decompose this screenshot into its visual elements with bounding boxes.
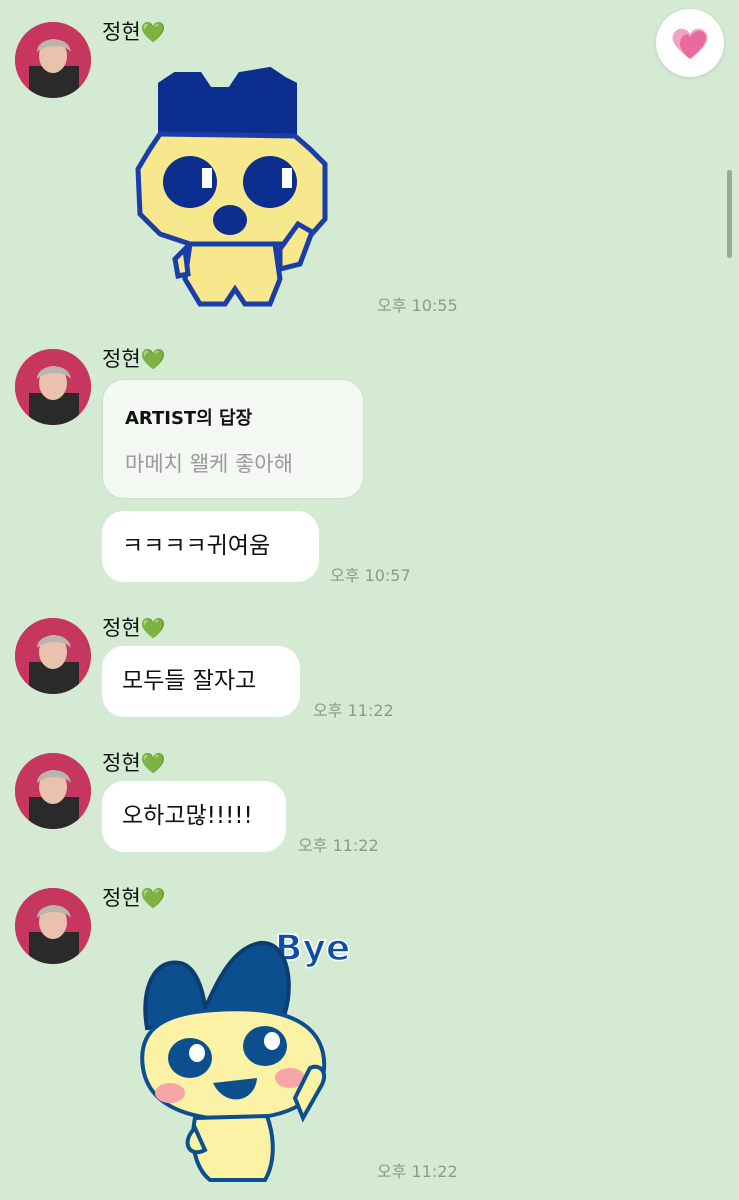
message-time: 오후 11:22 (377, 1162, 458, 1181)
sender-name: 정현💚 (102, 343, 166, 373)
sender-name-text: 정현 (102, 347, 141, 371)
message-time: 오후 10:57 (330, 566, 411, 585)
message-bubble[interactable]: 오하고많!!!!! (102, 781, 286, 852)
mametchi-bye-image: Bye (140, 927, 351, 1182)
avatar[interactable] (15, 618, 91, 694)
avatar[interactable] (15, 888, 91, 964)
message-text: 오하고많!!!!! (122, 802, 253, 829)
reply-title: ARTIST의 답장 (125, 408, 253, 429)
favorite-button[interactable] (656, 9, 724, 77)
sender-name-text: 정현 (102, 751, 141, 775)
message-text: ㅋㅋㅋㅋ귀여움 (122, 532, 271, 559)
sender-name: 정현💚 (102, 612, 166, 642)
sticker-mametchi-bye[interactable]: Bye (135, 918, 365, 1192)
scrollbar[interactable] (727, 170, 732, 258)
reply-quoted-text: 마메치 왤케 좋아해 (125, 452, 293, 476)
message-bubble[interactable]: ㅋㅋㅋㅋ귀여움 (102, 511, 319, 582)
mametchi-pixel-image (135, 66, 328, 307)
sender-name: 정현💚 (102, 16, 166, 46)
avatar[interactable] (15, 349, 91, 425)
avatar[interactable] (15, 753, 91, 829)
heart-icon (672, 28, 708, 59)
sender-name: 정현💚 (102, 747, 166, 777)
message-bubble[interactable]: 모두들 잘자고 (102, 646, 300, 717)
message-text: 모두들 잘자고 (122, 667, 257, 694)
sender-name: 정현💚 (102, 882, 166, 912)
sticker-pixel-mametchi[interactable] (130, 64, 330, 318)
artist-reply-card[interactable]: ARTIST의 답장 마메치 왤케 좋아해 (102, 379, 364, 499)
green-heart-icon: 💚 (140, 616, 166, 640)
sender-name-text: 정현 (102, 886, 141, 910)
message-time: 오후 11:22 (298, 836, 379, 855)
green-heart-icon: 💚 (140, 347, 166, 371)
sender-name-text: 정현 (102, 616, 141, 640)
green-heart-icon: 💚 (140, 20, 166, 44)
message-time: 오후 10:55 (377, 296, 458, 315)
sender-name-text: 정현 (102, 20, 141, 44)
green-heart-icon: 💚 (140, 751, 166, 775)
message-time: 오후 11:22 (313, 701, 394, 720)
avatar[interactable] (15, 22, 91, 98)
green-heart-icon: 💚 (140, 886, 166, 910)
